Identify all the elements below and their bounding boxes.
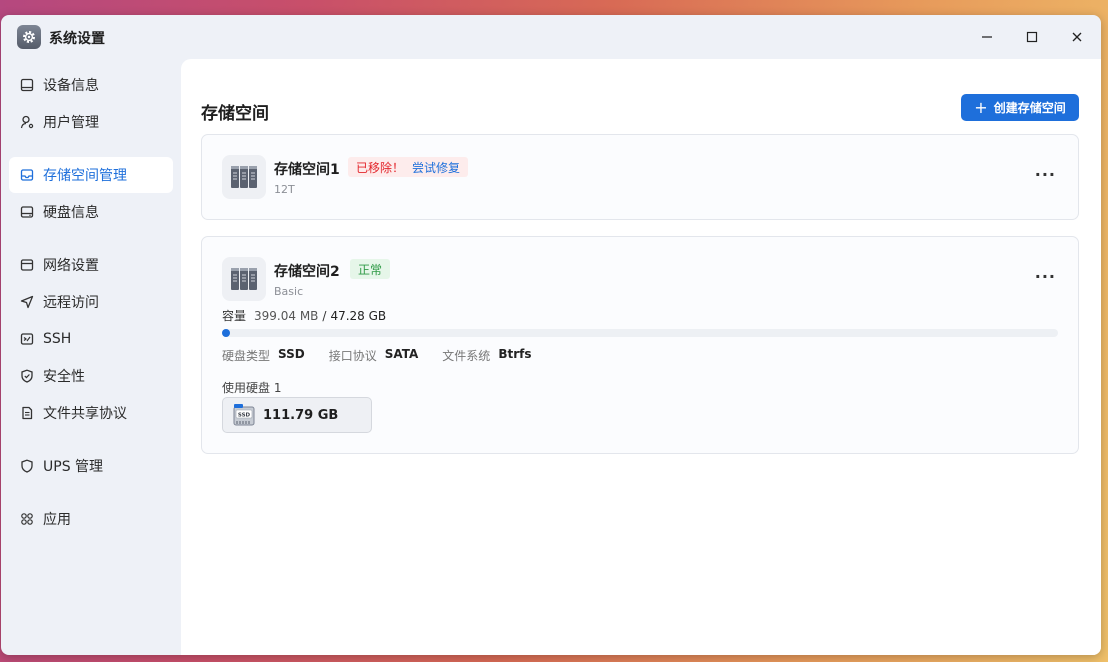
- sidebar-item-label: 安全性: [43, 369, 85, 385]
- capacity-progress-fill: [222, 329, 230, 337]
- sidebar-item-ssh[interactable]: SSH: [9, 321, 173, 357]
- sidebar-item-apps[interactable]: 应用: [9, 501, 173, 537]
- disk-size: 111.79 GB: [263, 407, 339, 423]
- sidebar-item-ups[interactable]: UPS 管理: [9, 448, 173, 484]
- pool-name: 存储空间1: [274, 162, 340, 178]
- capacity-row: 容量 399.04 MB/47.28 GB: [222, 307, 386, 324]
- disk-type-label: 硬盘类型: [222, 349, 271, 363]
- sidebar-item-label: 硬盘信息: [43, 205, 99, 221]
- title-bar: 系统设置: [1, 15, 1101, 59]
- sidebar-item-disk-info[interactable]: 硬盘信息: [9, 194, 173, 230]
- terminal-icon: [19, 331, 35, 347]
- interface-label: 接口协议: [328, 349, 377, 363]
- sidebar-item-label: 文件共享协议: [43, 406, 127, 422]
- more-options-icon[interactable]: ···: [1035, 267, 1056, 286]
- storage-pool-card: 存储空间2 正常 Basic ··· 容量 399.04 MB/47.28 GB …: [201, 236, 1079, 454]
- sidebar-item-remote-access[interactable]: 远程访问: [9, 284, 173, 320]
- disk-chip[interactable]: SSD 111.79 GB: [222, 397, 372, 433]
- pool-subtitle: 12T: [274, 183, 295, 196]
- server-rack-icon: [222, 155, 266, 199]
- page-title: 存储空间: [201, 104, 269, 124]
- minimize-icon: [982, 36, 992, 38]
- disk-type-value: SSD: [278, 347, 305, 361]
- capacity-total: 47.28 GB: [330, 309, 387, 323]
- sidebar-item-device-info[interactable]: 设备信息: [9, 67, 173, 103]
- filesystem-value: Btrfs: [498, 347, 532, 361]
- capacity-label: 容量: [222, 309, 247, 323]
- maximize-button[interactable]: [1022, 27, 1042, 47]
- sidebar-item-label: 设备信息: [43, 78, 99, 94]
- shield-check-icon: [19, 368, 35, 384]
- window-title: 系统设置: [49, 31, 105, 47]
- sidebar: 设备信息 用户管理 存储空间管理 硬盘信息 网络设置 远程访问 SSH 安全性 …: [1, 59, 181, 655]
- status-badge-ok: 正常: [350, 259, 391, 279]
- sidebar-item-label: 用户管理: [43, 115, 99, 131]
- gear-icon: [17, 25, 41, 49]
- device-info-icon: [19, 77, 35, 93]
- create-storage-label: 创建存储空间: [993, 101, 1066, 115]
- capacity-used: 399.04 MB: [254, 309, 319, 323]
- sidebar-item-label: 存储空间管理: [43, 168, 127, 184]
- remote-access-icon: [19, 294, 35, 310]
- filesystem-label: 文件系统: [442, 349, 491, 363]
- sidebar-item-label: 网络设置: [43, 258, 99, 274]
- more-options-icon[interactable]: ···: [1035, 165, 1056, 184]
- pool-meta-row: 硬盘类型 SSD 接口协议 SATA 文件系统 Btrfs: [222, 347, 555, 364]
- sidebar-item-file-sharing[interactable]: 文件共享协议: [9, 395, 173, 431]
- apps-icon: [19, 511, 35, 527]
- capacity-progress-bar: [222, 329, 1058, 337]
- ssd-icon-text: SSD: [238, 413, 251, 419]
- sidebar-item-label: SSH: [43, 331, 72, 347]
- try-repair-link[interactable]: 尝试修复: [412, 159, 460, 176]
- user-icon: [19, 114, 35, 130]
- disk-icon: [19, 204, 35, 220]
- storage-pool-card: 存储空间1 已移除！ 尝试修复 12T ···: [201, 134, 1079, 220]
- sidebar-item-label: 远程访问: [43, 295, 99, 311]
- disks-used-label: 使用硬盘 1: [222, 381, 282, 395]
- main-panel: 存储空间 + 创建存储空间 存储空间1 已移除！ 尝试修复 12T ··· 存储…: [181, 59, 1101, 655]
- create-storage-button[interactable]: + 创建存储空间: [961, 94, 1079, 121]
- close-button[interactable]: [1067, 27, 1087, 47]
- plus-icon: +: [974, 97, 988, 117]
- pool-name: 存储空间2: [274, 264, 340, 280]
- storage-icon: [19, 167, 35, 183]
- status-error-text: 已移除！: [356, 160, 405, 175]
- document-icon: [19, 405, 35, 421]
- sidebar-item-network[interactable]: 网络设置: [9, 247, 173, 283]
- sidebar-item-label: 应用: [43, 512, 71, 528]
- sidebar-item-security[interactable]: 安全性: [9, 358, 173, 394]
- sidebar-item-storage[interactable]: 存储空间管理: [9, 157, 173, 193]
- maximize-icon: [1026, 31, 1038, 43]
- pool-subtitle: Basic: [274, 285, 304, 298]
- close-icon: [1072, 32, 1082, 42]
- ssd-icon: SSD: [233, 404, 255, 426]
- capacity-separator: /: [322, 309, 327, 323]
- interface-value: SATA: [384, 347, 419, 361]
- sidebar-item-users[interactable]: 用户管理: [9, 104, 173, 140]
- server-rack-icon: [222, 257, 266, 301]
- network-icon: [19, 257, 35, 273]
- shield-icon: [19, 458, 35, 474]
- minimize-button[interactable]: [977, 27, 997, 47]
- sidebar-item-label: UPS 管理: [43, 459, 104, 475]
- settings-window: 系统设置 设备信息 用户管理 存储空间管理 硬盘信息 网络设置 远程访问 SSH…: [1, 15, 1101, 655]
- status-badge-error: 已移除！ 尝试修复: [348, 157, 469, 177]
